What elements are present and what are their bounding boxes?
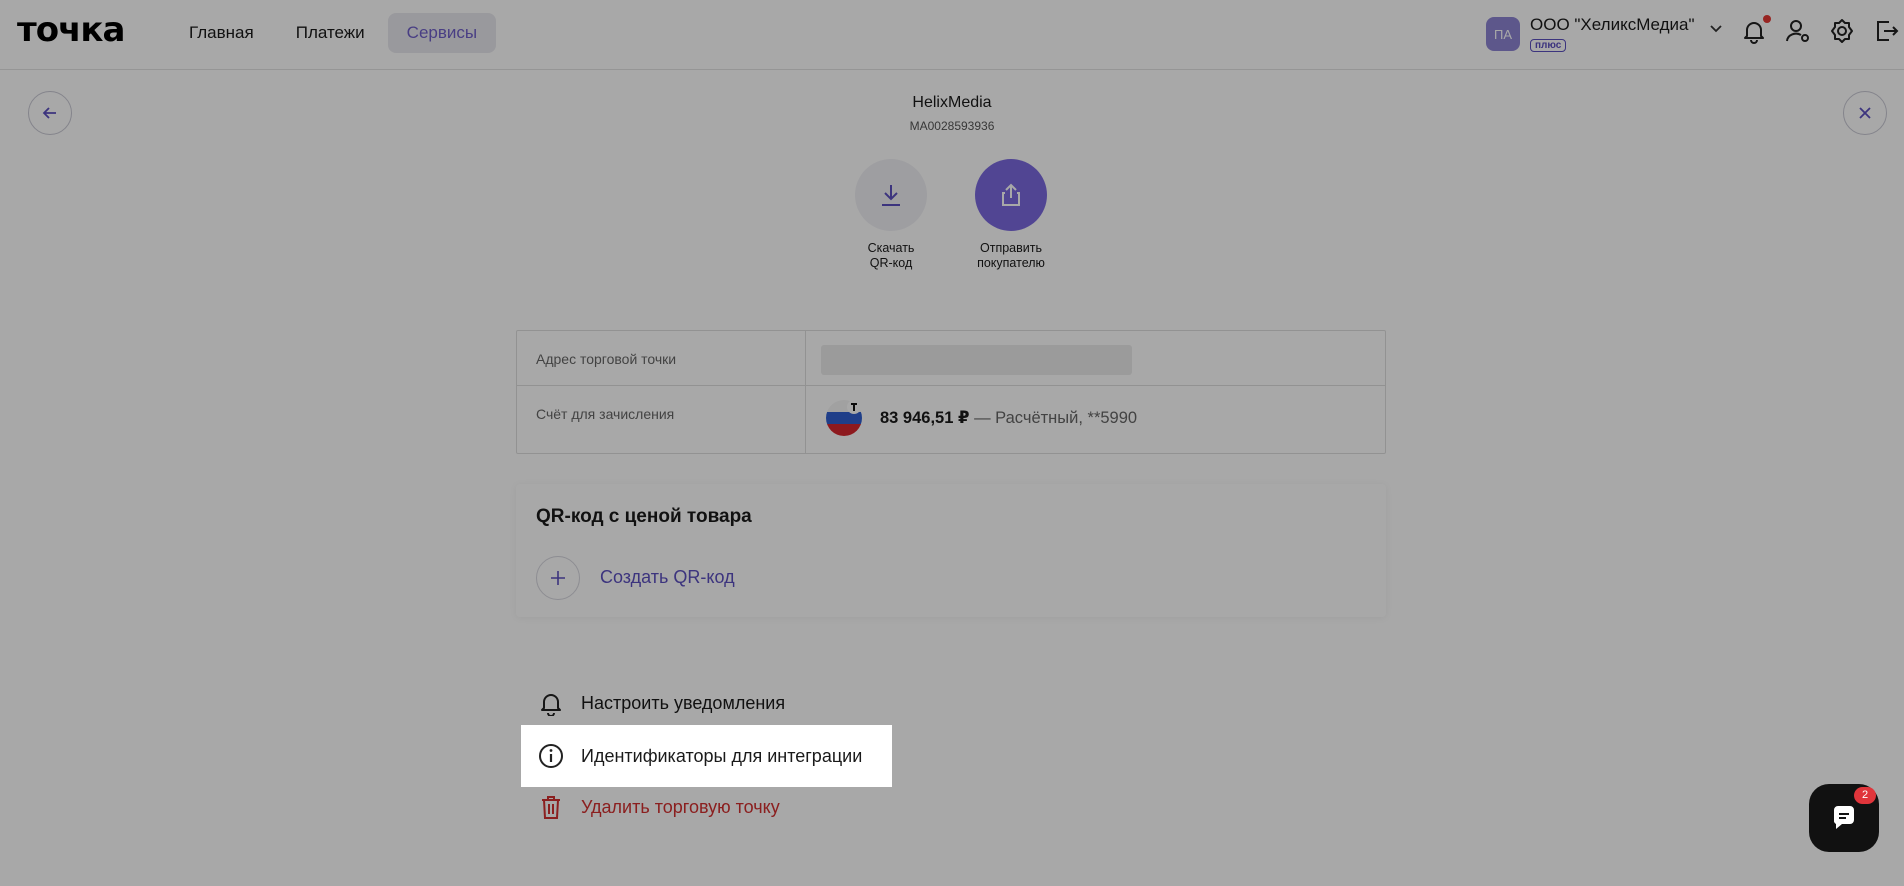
address-value-placeholder	[821, 345, 1132, 375]
logo[interactable]: точка	[17, 10, 125, 50]
address-label: Адрес торговой точки	[517, 331, 806, 385]
integration-ids-item[interactable]: Идентификаторы для интеграции	[521, 725, 892, 787]
qr-price-card: QR-код с ценой товара Создать QR-код	[516, 484, 1386, 617]
notification-dot	[1763, 15, 1771, 23]
plus-icon	[551, 571, 565, 585]
share-icon	[1002, 183, 1020, 206]
integration-ids-label: Идентификаторы для интеграции	[581, 745, 863, 766]
org-avatar: ПА	[1486, 17, 1520, 51]
chat-unread-badge: 2	[1854, 787, 1876, 804]
send-label-line1: Отправить	[980, 241, 1042, 255]
create-qr-link[interactable]: Создать QR-код	[600, 567, 735, 588]
send-to-buyer-action[interactable]: Отправить покупателю	[956, 159, 1066, 271]
gear-icon[interactable]	[1828, 17, 1856, 45]
trash-icon	[542, 796, 560, 819]
bell-icon	[541, 694, 561, 716]
chat-icon	[1833, 806, 1854, 829]
send-label-line2: покупателю	[977, 256, 1045, 270]
account-value[interactable]: 83 946,51 ₽ — Расчётный, **5990	[826, 400, 1137, 436]
nav-item-payments[interactable]: Платежи	[277, 13, 384, 53]
account-label: Счёт для зачисления	[517, 386, 806, 453]
send-to-buyer-button[interactable]	[975, 159, 1047, 231]
page-title: HelixMedia	[912, 94, 992, 111]
account-description: — Расчётный, **5990	[969, 409, 1138, 427]
chevron-down-icon	[1709, 25, 1722, 33]
download-qr-action[interactable]: Скачать QR-код	[836, 159, 946, 271]
download-qr-button[interactable]	[855, 159, 927, 231]
address-row: Адрес торговой точки	[517, 331, 1385, 386]
download-label-line2: QR-код	[869, 256, 913, 270]
info-table: Адрес торговой точки Счёт для зачисления…	[516, 330, 1386, 454]
create-qr-button[interactable]	[536, 556, 580, 600]
main-nav: Главная Платежи Сервисы	[170, 13, 497, 53]
logout-icon[interactable]	[1872, 17, 1900, 45]
account-row[interactable]: Счёт для зачисления 83 946,51 ₽ — Расчёт…	[517, 386, 1385, 453]
account-balance: 83 946,51 ₽	[880, 409, 970, 427]
top-header: точка Главная Платежи Сервисы ПА ООО "Хе…	[0, 0, 1904, 70]
user-key-icon[interactable]	[1784, 17, 1812, 45]
nav-item-services[interactable]: Сервисы	[387, 13, 497, 53]
download-icon	[882, 185, 900, 206]
ruble-flag-icon	[826, 400, 862, 436]
download-label-line1: Скачать	[867, 241, 915, 255]
delete-point-label: Удалить торговую точку	[581, 796, 780, 817]
org-switcher[interactable]: ПА ООО "ХеликсМедиа" плюс	[1486, 15, 1723, 53]
plan-badge: плюс	[1530, 39, 1567, 52]
org-name: ООО "ХеликсМедиа"	[1530, 15, 1695, 34]
nav-item-home[interactable]: Главная	[170, 13, 273, 53]
info-icon	[539, 744, 563, 768]
qr-card-title: QR-код с ценой товара	[536, 506, 752, 527]
configure-notifications-label: Настроить уведомления	[581, 692, 786, 713]
merchant-code: MA0028593936	[909, 119, 995, 133]
